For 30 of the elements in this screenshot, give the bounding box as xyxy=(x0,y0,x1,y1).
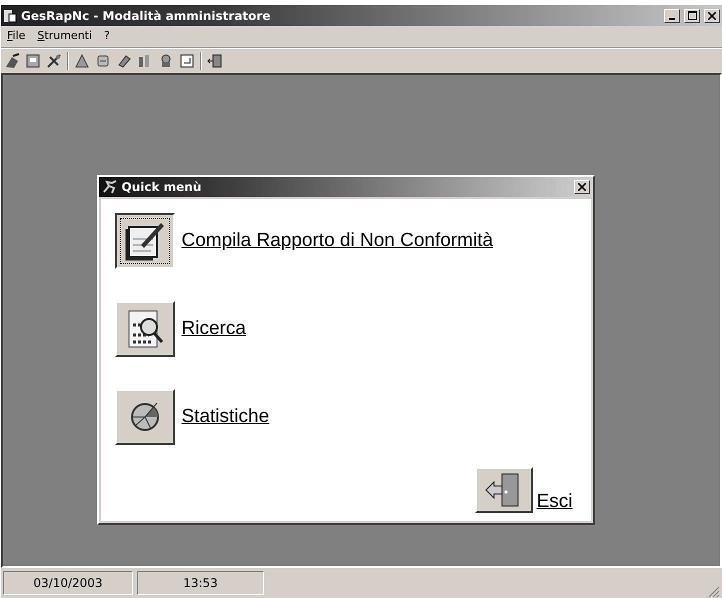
close-button[interactable] xyxy=(704,8,720,22)
exit-button[interactable] xyxy=(474,467,533,513)
status-panel: 03/10/2003 xyxy=(3,571,133,595)
minimize-button[interactable] xyxy=(664,8,680,22)
menu-item[interactable]: ? xyxy=(104,29,110,44)
status-panel: 13:53 xyxy=(137,571,264,595)
pen-icon[interactable] xyxy=(4,53,20,69)
window-icon[interactable] xyxy=(179,53,195,69)
maximize-icon xyxy=(688,11,696,20)
form-icon[interactable] xyxy=(25,53,41,69)
minimize-icon xyxy=(669,18,675,20)
resize-grip-icon[interactable] xyxy=(708,586,720,598)
close-icon xyxy=(708,12,716,20)
dialog-title: Quick menù xyxy=(122,180,202,194)
menu-icon-button[interactable] xyxy=(114,213,174,269)
running-figure-icon xyxy=(102,180,118,194)
triangle-icon[interactable] xyxy=(74,53,90,69)
menu-link[interactable]: Compila Rapporto di Non Conformità xyxy=(182,230,494,252)
close-button[interactable] xyxy=(574,180,590,194)
menu-item[interactable]: Strumenti xyxy=(37,29,92,44)
close-icon xyxy=(578,183,586,191)
eraser-icon[interactable] xyxy=(116,53,132,69)
menu-link[interactable]: Ricerca xyxy=(182,318,246,340)
maximize-button[interactable] xyxy=(684,8,700,22)
app-icon xyxy=(3,8,17,22)
exit-link[interactable]: Esci xyxy=(536,491,572,513)
exit-icon[interactable] xyxy=(207,53,223,69)
menu-link[interactable]: Statistiche xyxy=(182,406,270,428)
window-title: GesRapNc - Modalità amministratore xyxy=(21,8,272,22)
menu-item[interactable]: File xyxy=(7,29,26,44)
